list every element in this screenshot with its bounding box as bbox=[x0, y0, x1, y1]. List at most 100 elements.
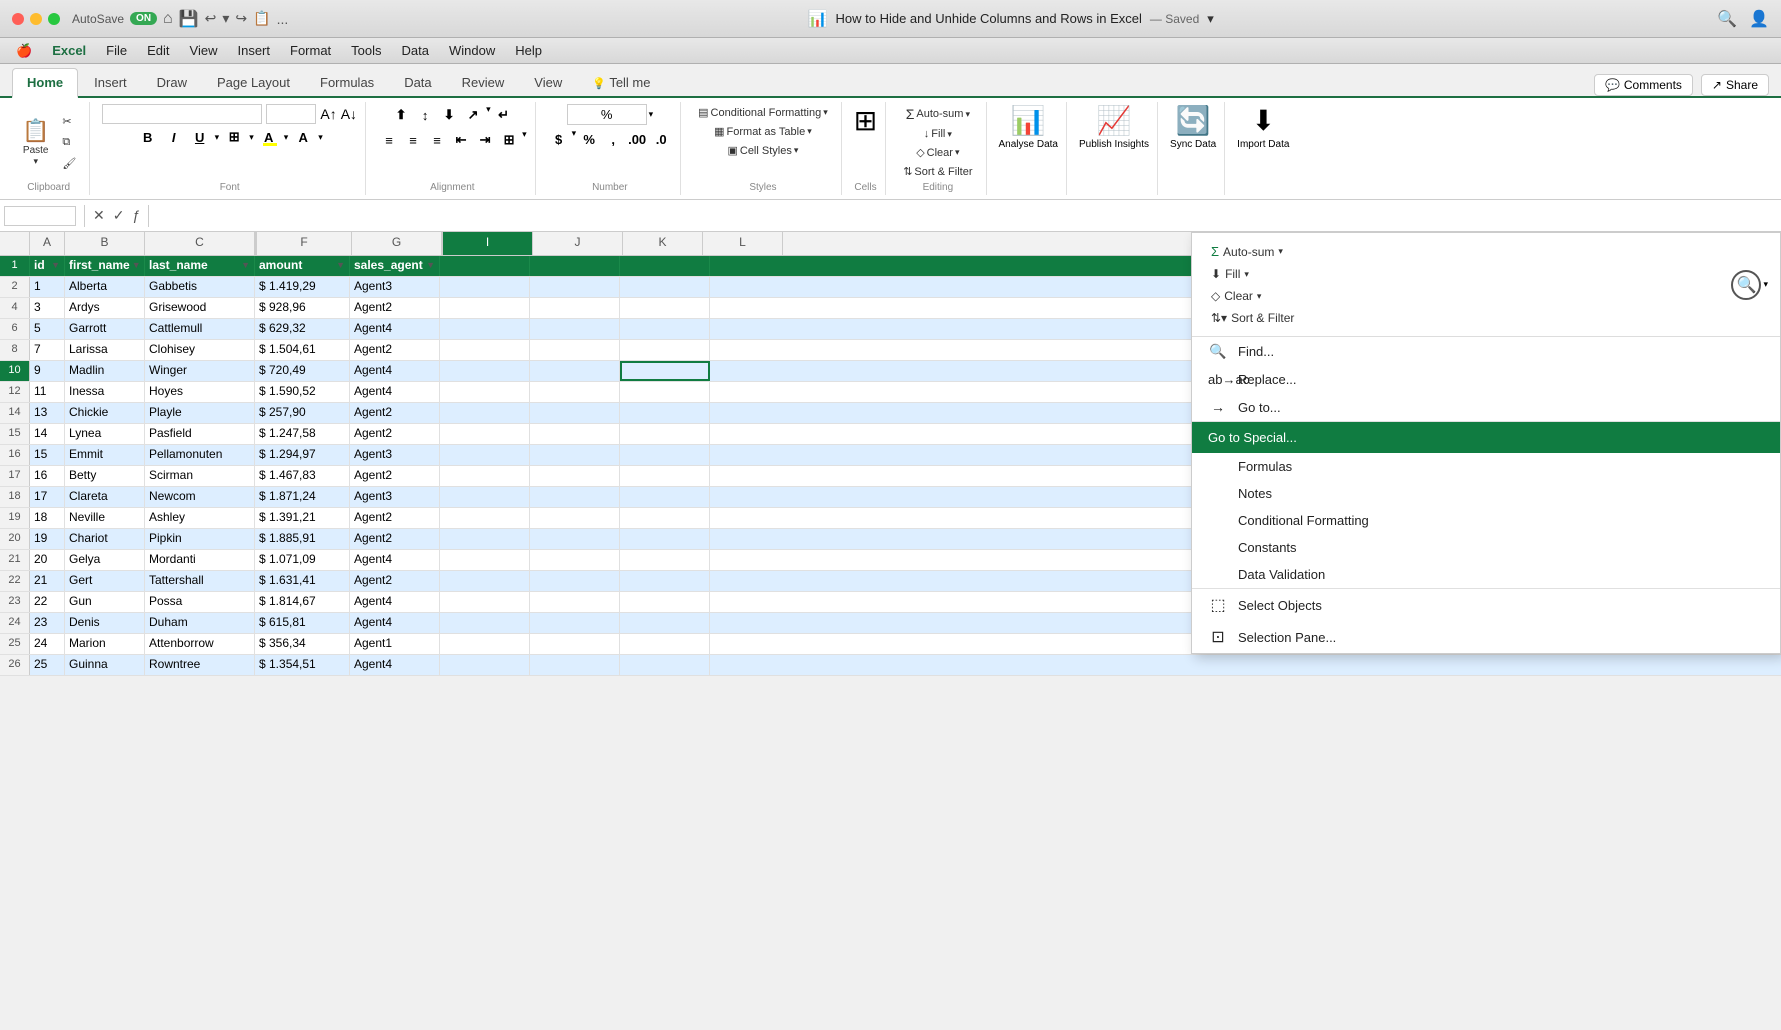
number-format-display[interactable]: % bbox=[567, 104, 647, 125]
undo-icon[interactable]: ↩ bbox=[205, 10, 217, 27]
paste-button[interactable]: 📋 Paste ▾ bbox=[16, 116, 55, 169]
cells-icon[interactable]: ⊞ bbox=[854, 104, 877, 137]
select-objects-item[interactable]: ⬚ Select Objects bbox=[1192, 589, 1780, 621]
search-icon[interactable]: 🔍 bbox=[1717, 9, 1737, 29]
find-item[interactable]: 🔍 Find... bbox=[1192, 337, 1780, 366]
cell-22-f[interactable] bbox=[440, 571, 530, 591]
cell-14-agent[interactable]: Agent2 bbox=[350, 403, 440, 423]
cell-17-firstname[interactable]: Betty bbox=[65, 466, 145, 486]
cell-15-f[interactable] bbox=[440, 424, 530, 444]
cell-2-id[interactable]: 1 bbox=[30, 277, 65, 297]
cell-6-lastname[interactable]: Cattlemull bbox=[145, 319, 255, 339]
insert-function-icon[interactable]: ƒ bbox=[132, 207, 140, 224]
help-menu[interactable]: Help bbox=[507, 41, 550, 60]
col-header-b[interactable]: B bbox=[65, 232, 145, 255]
align-bottom-button[interactable]: ⬇ bbox=[438, 104, 460, 126]
cell-10-f[interactable] bbox=[440, 361, 530, 381]
window-controls[interactable] bbox=[12, 13, 60, 25]
header-f[interactable] bbox=[440, 256, 530, 276]
bold-button[interactable]: B bbox=[137, 126, 159, 148]
replace-item[interactable]: ab→ac Replace... bbox=[1192, 366, 1780, 393]
goto-item[interactable]: → Go to... bbox=[1192, 393, 1780, 421]
wrap-text-button[interactable]: ↵ bbox=[493, 104, 515, 126]
merge-arrow[interactable]: ▾ bbox=[522, 129, 527, 151]
cell-6-g[interactable] bbox=[530, 319, 620, 339]
cell-19-f[interactable] bbox=[440, 508, 530, 528]
constants-item[interactable]: Constants bbox=[1192, 534, 1780, 561]
cell-4-i[interactable] bbox=[620, 298, 710, 318]
comments-button[interactable]: 💬 Comments bbox=[1594, 74, 1693, 96]
close-button[interactable] bbox=[12, 13, 24, 25]
file-menu[interactable]: File bbox=[98, 41, 135, 60]
cell-23-lastname[interactable]: Possa bbox=[145, 592, 255, 612]
cell-26-firstname[interactable]: Guinna bbox=[65, 655, 145, 675]
cell-6-firstname[interactable]: Garrott bbox=[65, 319, 145, 339]
align-right-button[interactable]: ≡ bbox=[426, 129, 448, 151]
cell-4-g[interactable] bbox=[530, 298, 620, 318]
cell-22-i[interactable] bbox=[620, 571, 710, 591]
increase-font-icon[interactable]: A↑ bbox=[320, 106, 336, 122]
clear-button[interactable]: ◇ Clear ▾ bbox=[911, 144, 964, 161]
cell-10-agent[interactable]: Agent4 bbox=[350, 361, 440, 381]
cell-17-agent[interactable]: Agent2 bbox=[350, 466, 440, 486]
share-doc-icon[interactable]: 📋 bbox=[253, 10, 270, 27]
cell-25-lastname[interactable]: Attenborrow bbox=[145, 634, 255, 654]
cell-18-f[interactable] bbox=[440, 487, 530, 507]
cell-17-g[interactable] bbox=[530, 466, 620, 486]
cell-14-firstname[interactable]: Chickie bbox=[65, 403, 145, 423]
align-left-button[interactable]: ≡ bbox=[378, 129, 400, 151]
cell-18-amount[interactable]: $ 1.871,24 bbox=[255, 487, 350, 507]
fill-color-arrow[interactable]: ▾ bbox=[284, 132, 289, 143]
cell-21-i[interactable] bbox=[620, 550, 710, 570]
cell-6-i[interactable] bbox=[620, 319, 710, 339]
autosum-sub-arrow[interactable]: ▾ bbox=[1278, 246, 1283, 257]
excel-menu[interactable]: Excel bbox=[44, 41, 94, 60]
comma-button[interactable]: , bbox=[602, 128, 624, 150]
decrease-font-icon[interactable]: A↓ bbox=[341, 106, 357, 122]
cell-14-f[interactable] bbox=[440, 403, 530, 423]
conditional-formatting-item[interactable]: Conditional Formatting bbox=[1192, 507, 1780, 534]
cell-6-id[interactable]: 5 bbox=[30, 319, 65, 339]
cell-16-firstname[interactable]: Emmit bbox=[65, 445, 145, 465]
cell-19-firstname[interactable]: Neville bbox=[65, 508, 145, 528]
cell-reference-input[interactable]: I10 bbox=[4, 206, 76, 226]
cell-20-amount[interactable]: $ 1.885,91 bbox=[255, 529, 350, 549]
cell-8-firstname[interactable]: Larissa bbox=[65, 340, 145, 360]
cell-10-g[interactable] bbox=[530, 361, 620, 381]
fill-arrow[interactable]: ▾ bbox=[947, 129, 952, 140]
cell-18-i[interactable] bbox=[620, 487, 710, 507]
cell-16-g[interactable] bbox=[530, 445, 620, 465]
sort-filter-button[interactable]: ⇅ Sort & Filter bbox=[898, 163, 977, 180]
cell-21-agent[interactable]: Agent4 bbox=[350, 550, 440, 570]
cell-6-amount[interactable]: $ 629,32 bbox=[255, 319, 350, 339]
cell-21-firstname[interactable]: Gelya bbox=[65, 550, 145, 570]
cell-23-firstname[interactable]: Gun bbox=[65, 592, 145, 612]
cell-25-i[interactable] bbox=[620, 634, 710, 654]
more-options-icon[interactable]: ... bbox=[277, 11, 289, 27]
cell-16-lastname[interactable]: Pellamonuten bbox=[145, 445, 255, 465]
cell-14-g[interactable] bbox=[530, 403, 620, 423]
cell-19-amount[interactable]: $ 1.391,21 bbox=[255, 508, 350, 528]
autosave-toggle[interactable]: ON bbox=[130, 12, 157, 25]
cell-25-firstname[interactable]: Marion bbox=[65, 634, 145, 654]
cell-14-amount[interactable]: $ 257,90 bbox=[255, 403, 350, 423]
cell-22-amount[interactable]: $ 1.631,41 bbox=[255, 571, 350, 591]
cell-12-lastname[interactable]: Hoyes bbox=[145, 382, 255, 402]
cell-23-i[interactable] bbox=[620, 592, 710, 612]
cell-16-agent[interactable]: Agent3 bbox=[350, 445, 440, 465]
cell-4-firstname[interactable]: Ardys bbox=[65, 298, 145, 318]
cell-15-i[interactable] bbox=[620, 424, 710, 444]
fill-sub-button[interactable]: ⬇ Fill ▾ bbox=[1204, 264, 1301, 284]
cell-15-id[interactable]: 14 bbox=[30, 424, 65, 444]
conditional-formatting-button[interactable]: ▤ Conditional Formatting ▾ bbox=[693, 104, 833, 121]
fill-sub-arrow[interactable]: ▾ bbox=[1244, 269, 1249, 280]
font-color-button[interactable]: A bbox=[292, 126, 314, 148]
profile-icon[interactable]: 👤 bbox=[1749, 9, 1769, 29]
cell-4-id[interactable]: 3 bbox=[30, 298, 65, 318]
cell-styles-arrow[interactable]: ▾ bbox=[794, 145, 799, 156]
version-arrow-icon[interactable]: ▾ bbox=[1207, 11, 1214, 27]
currency-arrow[interactable]: ▾ bbox=[572, 128, 577, 150]
cell-10-i-active[interactable] bbox=[620, 361, 710, 381]
font-color-arrow[interactable]: ▾ bbox=[318, 132, 323, 143]
underline-button[interactable]: U bbox=[189, 126, 211, 148]
